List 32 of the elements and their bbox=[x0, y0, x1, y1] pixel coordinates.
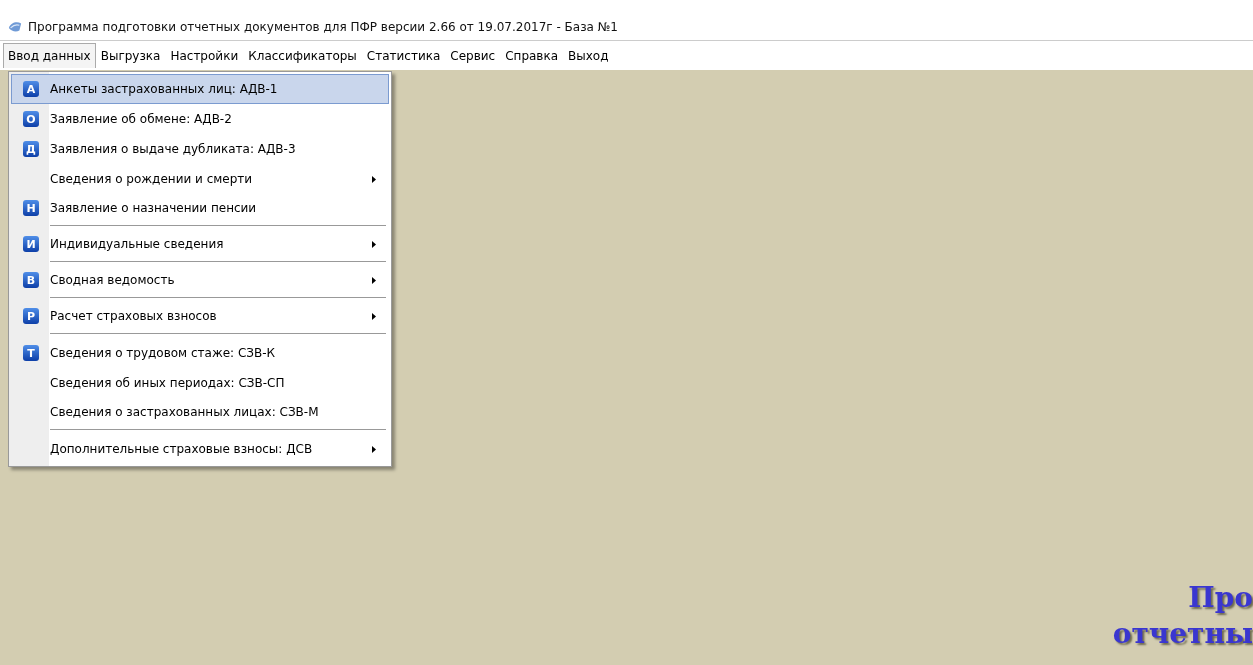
submenu-arrow-icon bbox=[372, 240, 376, 248]
menu-item[interactable]: Выгрузка bbox=[95, 42, 166, 69]
window-title: Программа подготовки отчетных документов для ПФР версии 2.66 от 19.07.2017г - База №1 bbox=[28, 20, 618, 34]
menu-item[interactable]: Ввод данных bbox=[3, 43, 96, 68]
menu-entry[interactable]: А Анкеты застрахованных лиц: АДВ-1 bbox=[11, 74, 389, 104]
letter-icon: Р bbox=[23, 308, 39, 324]
letter-icon: А bbox=[23, 81, 39, 97]
menu-entry[interactable]: Сведения о рождении и смерти bbox=[11, 164, 389, 194]
banner-text: Про bbox=[1188, 581, 1253, 615]
submenu-arrow-icon bbox=[372, 445, 376, 453]
menu-entry[interactable]: Д Заявления о выдаче дубликата: АДВ-3 bbox=[11, 134, 389, 164]
letter-icon: О bbox=[23, 111, 39, 127]
app-icon bbox=[8, 20, 22, 34]
menu-item[interactable]: Статистика bbox=[361, 42, 446, 69]
submenu-arrow-icon bbox=[372, 175, 376, 183]
letter-icon: Т bbox=[23, 345, 39, 361]
menu-item[interactable]: Настройки bbox=[165, 42, 244, 69]
menu-item[interactable]: Сервис bbox=[445, 42, 501, 69]
menu-item[interactable]: Справка bbox=[500, 42, 564, 69]
menu-entry[interactable]: Дополнительные страховые взносы: ДСВ bbox=[11, 434, 389, 464]
menu-entry[interactable]: Т Сведения о трудовом стаже: СЗВ-К bbox=[11, 338, 389, 368]
submenu-arrow-icon bbox=[372, 312, 376, 320]
menu-item[interactable]: Классификаторы bbox=[243, 42, 362, 69]
submenu-arrow-icon bbox=[372, 276, 376, 284]
letter-icon: Н bbox=[23, 200, 39, 216]
menu-entry[interactable]: Сведения об иных периодах: СЗВ-СП bbox=[11, 368, 389, 398]
banner-text: отчетны bbox=[1112, 617, 1253, 651]
menu-item[interactable]: Выход bbox=[563, 42, 614, 69]
menu-entry[interactable]: О Заявление об обмене: АДВ-2 bbox=[11, 104, 389, 134]
letter-icon: И bbox=[23, 236, 39, 252]
letter-icon: В bbox=[23, 272, 39, 288]
letter-icon: Д bbox=[23, 141, 39, 157]
